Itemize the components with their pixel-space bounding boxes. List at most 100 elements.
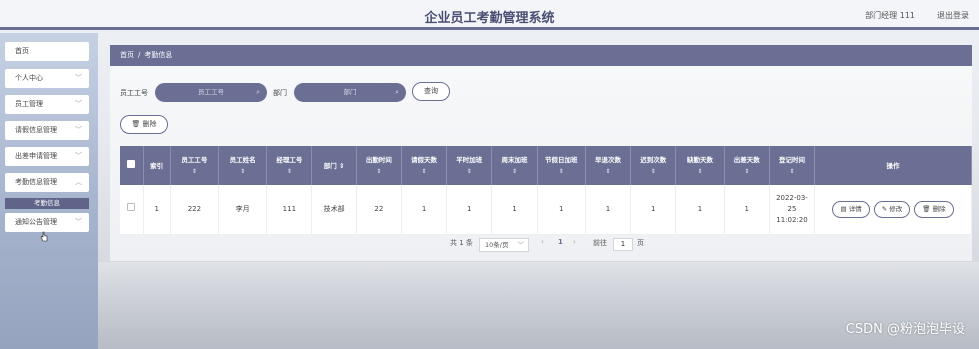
sidebar-subitem-attendance-info[interactable]: 考勤信息 xyxy=(5,198,89,209)
table-cell: 1 xyxy=(143,185,171,235)
table-cell: 1 xyxy=(537,185,586,235)
top-bar: 企业员工考勤管理系统 部门经理 111 退出登录 xyxy=(0,0,979,30)
sidebar-item-label: 个人中心 xyxy=(15,74,43,82)
sidebar-item-label: 请假信息管理 xyxy=(15,126,57,134)
department-label: 部门 xyxy=(273,89,287,97)
table-header-row: 索引 员工工号 ⇕ 员工姓名 ⇕ 经理工号 ⇕ 部门 ⇕ 出勤时间 ⇕ 请假天数 ⇕ 平时… xyxy=(120,146,972,185)
employee-id-input[interactable]: 员工工号 ⌕ xyxy=(155,83,267,102)
sort-icon[interactable]: ⇕ xyxy=(727,166,767,178)
sidebar-item-leave[interactable]: 请假信息管理 ﹀ xyxy=(5,121,89,140)
trash-icon: 🗑 xyxy=(131,120,141,128)
logout-link[interactable]: 退出登录 xyxy=(937,10,969,21)
detail-button[interactable]: ▤ 详情 xyxy=(832,200,870,218)
sort-icon[interactable]: ⇕ xyxy=(494,166,534,178)
breadcrumb: 首页 / 考勤信息 xyxy=(110,45,972,66)
sort-icon[interactable]: ⇕ xyxy=(633,166,673,178)
chevron-down-icon: ﹀ xyxy=(517,241,525,249)
table-cell: 技术部 xyxy=(311,185,357,235)
table-cell: 22 xyxy=(356,185,402,235)
sidebar-item-business-trip[interactable]: 出差申请管理 ﹀ xyxy=(5,147,89,166)
breadcrumb-home[interactable]: 首页 xyxy=(120,51,134,59)
sidebar-item-employees[interactable]: 员工管理 ﹀ xyxy=(5,95,89,114)
select-all-cell[interactable] xyxy=(120,146,144,185)
column-header[interactable]: 早退次数 ⇕ xyxy=(585,146,632,185)
column-header[interactable]: 出差天数 ⇕ xyxy=(724,146,770,185)
document-icon: ▤ xyxy=(840,204,847,213)
sidebar-item-notices[interactable]: 通知公告管理 ﹀ xyxy=(5,213,89,232)
sidebar-item-profile[interactable]: 个人中心 ﹀ xyxy=(5,69,89,88)
column-header[interactable]: 部门 ⇕ xyxy=(311,146,357,185)
current-user: 部门经理 111 xyxy=(865,11,915,20)
table-cell: 1 xyxy=(724,185,770,235)
column-header[interactable]: 节假日加班 ⇕ xyxy=(537,146,586,185)
column-header[interactable]: 请假天数 ⇕ xyxy=(401,146,448,185)
query-button[interactable]: 查询 xyxy=(412,82,450,101)
department-placeholder: 部门 xyxy=(343,88,357,96)
sort-icon[interactable]: ⇕ xyxy=(221,166,264,178)
attendance-table: 索引 员工工号 ⇕ 员工姓名 ⇕ 经理工号 ⇕ 部门 ⇕ 出勤时间 ⇕ 请假天数 ⇕ 平时… xyxy=(120,146,972,235)
goto-page-input[interactable]: 1 xyxy=(613,238,633,251)
sidebar-item-label: 首页 xyxy=(15,47,29,55)
column-header[interactable]: 出勤时间 ⇕ xyxy=(356,146,402,185)
column-header[interactable]: 周末加班 ⇕ xyxy=(491,146,538,185)
column-header[interactable]: 缺勤天数 ⇕ xyxy=(675,146,725,185)
pagination-total: 共 1 条 xyxy=(450,239,473,247)
sort-icon[interactable]: ⇕ xyxy=(339,162,344,170)
table-cell: 1 xyxy=(585,185,632,235)
sidebar-item-attendance[interactable]: 考勤信息管理 ︿ xyxy=(5,173,89,192)
table-cell: 1 xyxy=(630,185,677,235)
sort-icon[interactable]: ⇕ xyxy=(359,166,399,178)
column-header[interactable]: 员工工号 ⇕ xyxy=(170,146,220,185)
sort-icon[interactable]: ⇕ xyxy=(540,166,583,178)
trash-icon: 🗑 xyxy=(922,204,931,213)
department-input[interactable]: 部门 ⌕ xyxy=(294,83,406,102)
column-header[interactable]: 平时加班 ⇕ xyxy=(446,146,493,185)
select-all-checkbox[interactable] xyxy=(127,159,136,168)
chevron-down-icon: ﹀ xyxy=(75,126,82,134)
sort-icon[interactable]: ⇕ xyxy=(449,166,489,178)
chevron-down-icon: ﹀ xyxy=(75,218,82,226)
column-header[interactable]: 登记时间 ⇕ xyxy=(769,146,816,185)
breadcrumb-current: 考勤信息 xyxy=(144,51,173,59)
column-header: 操作 xyxy=(814,146,972,185)
watermark: CSDN @粉泡泡毕设 xyxy=(845,322,965,337)
breadcrumb-separator: / xyxy=(138,51,141,59)
table-cell: 1 xyxy=(446,185,493,235)
employee-id-label: 员工工号 xyxy=(120,89,148,97)
search-icon: ⌕ xyxy=(256,88,260,96)
page-suffix: 页 xyxy=(637,239,644,247)
next-page-button[interactable]: › xyxy=(573,238,576,246)
table-cell: 222 xyxy=(170,185,220,235)
page-size-select[interactable]: 10条/页 ﹀ xyxy=(479,238,529,252)
page-number-current[interactable]: 1 xyxy=(558,238,563,246)
sort-icon[interactable]: ⇕ xyxy=(678,166,721,178)
sort-icon[interactable]: ⇕ xyxy=(173,166,216,178)
batch-delete-button[interactable]: 🗑 删除 xyxy=(120,115,168,134)
sidebar-item-label: 出差申请管理 xyxy=(15,152,57,160)
table-cell: 2022-03-25 11:02:20 xyxy=(769,185,816,235)
pencil-icon: ✎ xyxy=(881,204,888,213)
page-size-value: 10条/页 xyxy=(485,241,509,249)
sort-icon[interactable]: ⇕ xyxy=(588,166,628,178)
employee-id-placeholder: 员工工号 xyxy=(198,88,224,96)
chevron-down-icon: ﹀ xyxy=(75,152,82,160)
edit-button[interactable]: ✎ 修改 xyxy=(873,200,911,218)
row-checkbox[interactable] xyxy=(127,203,136,212)
column-header[interactable]: 经理工号 ⇕ xyxy=(266,146,313,185)
sort-icon[interactable]: ⇕ xyxy=(269,166,309,178)
hand-cursor-icon xyxy=(40,231,48,242)
table-cell: 1 xyxy=(401,185,448,235)
table-cell: 李月 xyxy=(218,185,268,235)
delete-button[interactable]: 🗑 删除 xyxy=(914,200,954,218)
sidebar-item-home[interactable]: 首页 xyxy=(5,42,89,61)
table-cell: 111 xyxy=(266,185,313,235)
column-header[interactable]: 员工姓名 ⇕ xyxy=(218,146,268,185)
sort-icon[interactable]: ⇕ xyxy=(772,166,812,178)
sidebar-item-label: 员工管理 xyxy=(15,100,43,108)
prev-page-button[interactable]: ‹ xyxy=(541,238,544,246)
column-header[interactable]: 迟到次数 ⇕ xyxy=(630,146,677,185)
actions-cell: ▤ 详情 ✎ 修改 🗑 删除 xyxy=(814,185,972,235)
sort-icon[interactable]: ⇕ xyxy=(404,166,444,178)
main-panel: 员工工号 员工工号 ⌕ 部门 部门 ⌕ 查询 🗑 删除 索引 员工工号 ⇕ 员工姓… xyxy=(110,66,972,261)
row-select-cell[interactable] xyxy=(120,185,144,235)
